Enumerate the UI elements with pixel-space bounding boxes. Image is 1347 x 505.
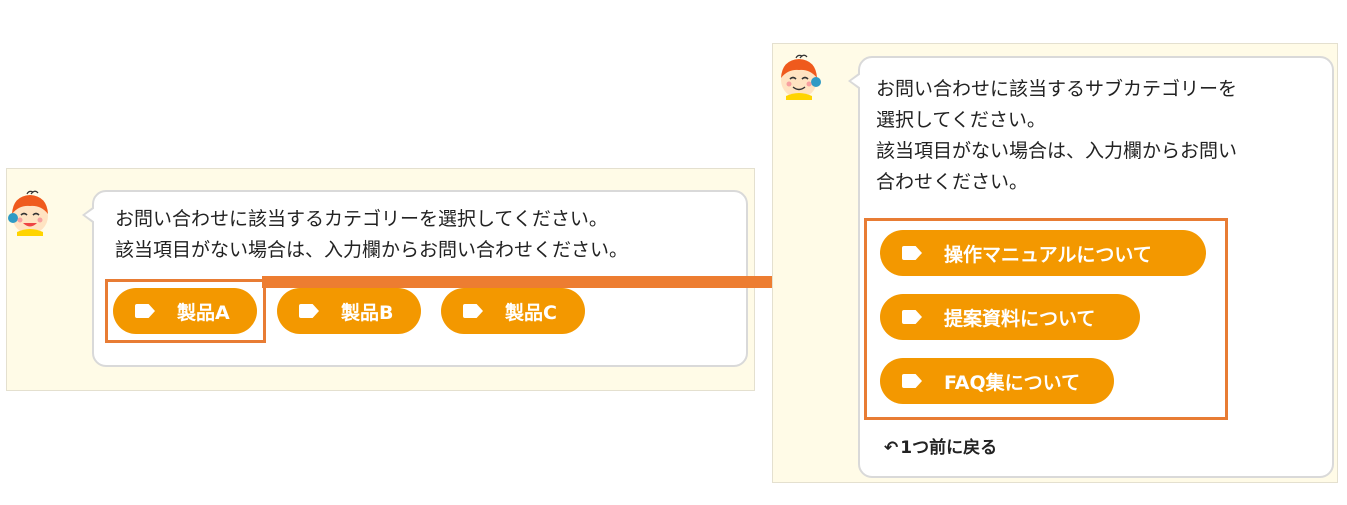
undo-icon: ↶ [884, 438, 899, 458]
message-line: 合わせください。 [876, 171, 1029, 193]
message-line: 選択してください。 [876, 109, 1046, 131]
chatbot-avatar-icon [781, 54, 821, 100]
back-label: 1つ前に戻る [900, 438, 998, 458]
message-line: 該当項目がない場合は、入力欄からお問い [876, 140, 1238, 162]
chatbot-avatar-icon [8, 190, 48, 236]
bot-message-bubble: お問い合わせに該当するサブカテゴリーを 選択してください。 該当項目がない場合は… [848, 56, 1334, 478]
message-line: お問い合わせに該当するカテゴリーを選択してください。 [115, 208, 608, 230]
subcategory-highlight-box [864, 218, 1228, 420]
bot-message-text: お問い合わせに該当するサブカテゴリーを 選択してください。 該当項目がない場合は… [876, 74, 1237, 198]
back-button[interactable]: ↶ 1つ前に戻る [884, 433, 997, 458]
subcategory-chat-panel: お問い合わせに該当するサブカテゴリーを 選択してください。 該当項目がない場合は… [772, 43, 1338, 483]
message-line: お問い合わせに該当するサブカテゴリーを [876, 78, 1238, 100]
selection-highlight-box [105, 279, 266, 343]
